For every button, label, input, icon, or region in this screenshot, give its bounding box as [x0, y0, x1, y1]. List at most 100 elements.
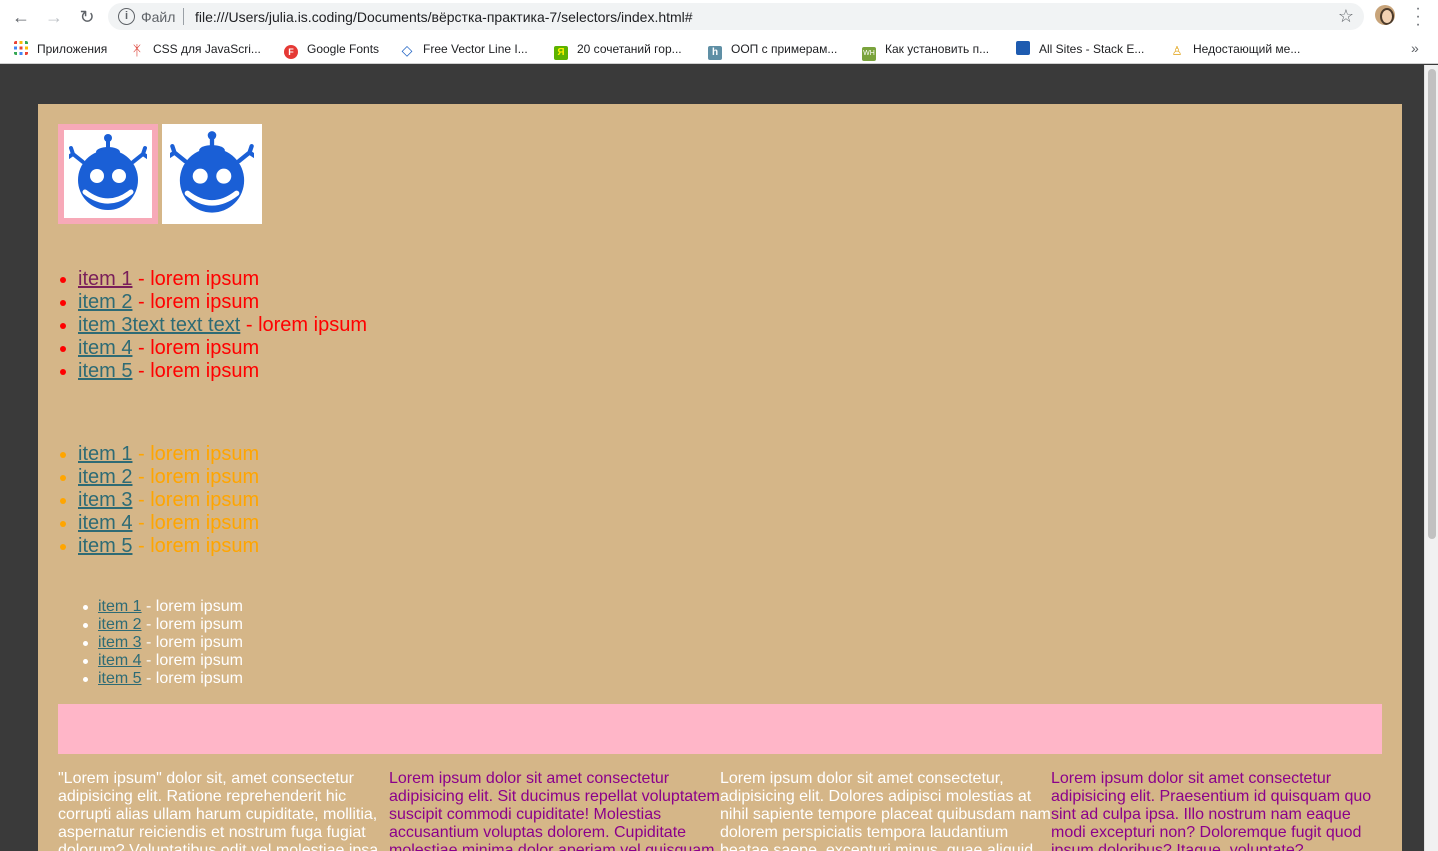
reload-icon[interactable]: ↻ — [76, 6, 98, 28]
list-item: item 3 - lorem ipsum — [60, 489, 260, 512]
bullet — [60, 475, 66, 481]
bullet — [83, 641, 88, 646]
list-link[interactable]: item 5 — [78, 360, 132, 382]
list-link[interactable]: item 3text text text — [78, 314, 240, 336]
pink-block — [58, 704, 1382, 754]
vertical-scrollbar[interactable] — [1424, 65, 1438, 851]
list-item: item 5 - lorem ipsum — [60, 360, 367, 383]
orange-list: item 1 - lorem ipsum item 2 - lorem ipsu… — [60, 443, 260, 558]
bullet — [60, 452, 66, 458]
list-link[interactable]: item 1 — [78, 268, 132, 290]
stackexchange-icon — [1016, 41, 1030, 55]
bullet — [83, 659, 88, 664]
column-paragraph: Lorem ipsum dolor sit amet consectetur a… — [1051, 770, 1372, 851]
list-link[interactable]: item 3 — [98, 634, 142, 651]
list-item: item 2 - lorem ipsum — [60, 466, 260, 489]
list-link[interactable]: item 2 — [78, 466, 132, 488]
red-list: item 1 - lorem ipsum item 2 - lorem ipsu… — [60, 268, 367, 383]
scrollbar-thumb[interactable] — [1428, 69, 1436, 539]
info-icon[interactable]: i — [118, 8, 135, 25]
list-item-text: - lorem ipsum — [132, 443, 260, 465]
bookmark-label: 20 сочетаний гор... — [577, 42, 682, 56]
page-content: item 1 - lorem ipsum item 2 - lorem ipsu… — [38, 104, 1402, 851]
bookmark-label: Недостающий ме... — [1193, 42, 1301, 56]
list-link[interactable]: item 1 — [78, 443, 132, 465]
column-paragraph: Lorem ipsum dolor sit amet consectetur, … — [720, 770, 1051, 851]
bookmark-google-fonts[interactable]: F Google Fonts — [284, 40, 380, 59]
back-arrow-icon[interactable]: ← — [10, 6, 32, 28]
forward-arrow-icon[interactable]: → — [43, 6, 65, 28]
list-item-text: - lorem ipsum — [141, 652, 243, 669]
text-columns: "Lorem ipsum" dolor sit, amet consectetu… — [58, 770, 1382, 851]
list-item: item 2 - lorem ipsum — [83, 616, 243, 634]
more-bookmarks-chevron-icon[interactable]: » — [1411, 40, 1419, 56]
list-item: item 1 - lorem ipsum — [60, 443, 260, 466]
list-item: item 4 - lorem ipsum — [60, 512, 259, 535]
scheme-label: Файл — [141, 9, 176, 25]
apps-grid-icon — [14, 41, 28, 55]
url-text[interactable]: file:///Users/julia.is.coding/Documents/… — [195, 9, 693, 25]
list-item: item 1 - lorem ipsum — [60, 268, 367, 291]
bullet — [83, 623, 88, 628]
list-item-text: - lorem ipsum — [132, 489, 260, 511]
robot-image — [162, 124, 262, 224]
bookmark-label: Google Fonts — [307, 42, 380, 56]
bookmark-label: Free Vector Line I... — [423, 42, 528, 56]
bookmark-free-vector[interactable]: ◇ Free Vector Line I... — [400, 40, 528, 58]
bullet — [60, 521, 66, 527]
white-list: item 1 - lorem ipsum item 2 - lorem ipsu… — [83, 598, 243, 688]
bullet — [60, 277, 66, 283]
list-link[interactable]: item 4 — [98, 652, 142, 669]
bullet — [60, 323, 66, 329]
bullet — [60, 346, 66, 352]
bookmark-stack-exchange[interactable]: All Sites - Stack E... — [1016, 40, 1144, 58]
list-link[interactable]: item 3 — [78, 489, 132, 511]
bookmark-apps[interactable]: Приложения — [14, 40, 107, 58]
diamond-icon: ◇ — [401, 42, 413, 58]
bookmark-star-icon[interactable]: ☆ — [1338, 6, 1354, 27]
yandex-icon: Я — [554, 46, 568, 60]
list-link[interactable]: item 4 — [78, 337, 132, 359]
person-icon: ♙ — [1171, 44, 1183, 58]
bullet — [60, 498, 66, 504]
bookmark-label: CSS для JavaScri... — [153, 42, 261, 56]
robot-image-bordered — [58, 124, 158, 224]
bookmark-20-combinations[interactable]: Я 20 сочетаний гор... — [554, 40, 682, 60]
browser-toolbar: ← → ↻ i Файл file:///Users/julia.is.codi… — [0, 0, 1438, 34]
list-link[interactable]: item 4 — [78, 512, 132, 534]
profile-avatar[interactable] — [1375, 5, 1395, 25]
list-item-text: - lorem ipsum — [132, 535, 260, 557]
list-item: item 3 - lorem ipsum — [83, 634, 243, 652]
bookmarks-bar: Приложения ᛡ CSS для JavaScri... F Google … — [0, 34, 1438, 64]
figure-icon: ᛡ — [132, 42, 142, 58]
bookmark-how-to-install[interactable]: WH Как установить п... — [862, 40, 990, 61]
address-bar[interactable]: i Файл file:///Users/julia.is.coding/Doc… — [108, 3, 1364, 30]
bookmark-label: All Sites - Stack E... — [1039, 42, 1145, 56]
bookmark-label: Как установить п... — [885, 42, 990, 56]
column-paragraph: Lorem ipsum dolor sit amet consectetur a… — [389, 770, 720, 851]
robot-logo-icon — [69, 134, 147, 210]
bookmark-label: ООП с примерам... — [731, 42, 838, 56]
list-link[interactable]: item 2 — [78, 291, 132, 313]
list-item-text: - lorem ipsum — [132, 337, 260, 359]
list-item-text: - lorem ipsum — [132, 268, 260, 290]
list-item-text: - lorem ipsum — [132, 466, 260, 488]
bullet — [60, 300, 66, 306]
list-link[interactable]: item 5 — [98, 670, 142, 687]
kebab-menu-icon[interactable]: · · · — [1410, 1, 1426, 33]
list-item-text: - lorem ipsum — [141, 634, 243, 651]
bookmark-css-js[interactable]: ᛡ CSS для JavaScri... — [130, 40, 261, 58]
page-viewport: item 1 - lorem ipsum item 2 - lorem ipsu… — [0, 65, 1424, 851]
list-item-text: - lorem ipsum — [141, 598, 243, 615]
list-link[interactable]: item 5 — [78, 535, 132, 557]
list-link[interactable]: item 1 — [98, 598, 142, 615]
list-item: item 1 - lorem ipsum — [83, 598, 243, 616]
list-item-text: - lorem ipsum — [132, 360, 260, 382]
robot-logo-icon — [170, 131, 254, 213]
list-link[interactable]: item 2 — [98, 616, 142, 633]
bookmark-missing-manual[interactable]: ♙ Недостающий ме... — [1170, 40, 1301, 58]
list-item: item 4 - lorem ipsum — [60, 337, 367, 360]
bookmark-oop[interactable]: h ООП с примерам... — [708, 40, 838, 60]
bullet — [60, 544, 66, 550]
list-item: item 3text text text - lorem ipsum — [60, 314, 367, 337]
